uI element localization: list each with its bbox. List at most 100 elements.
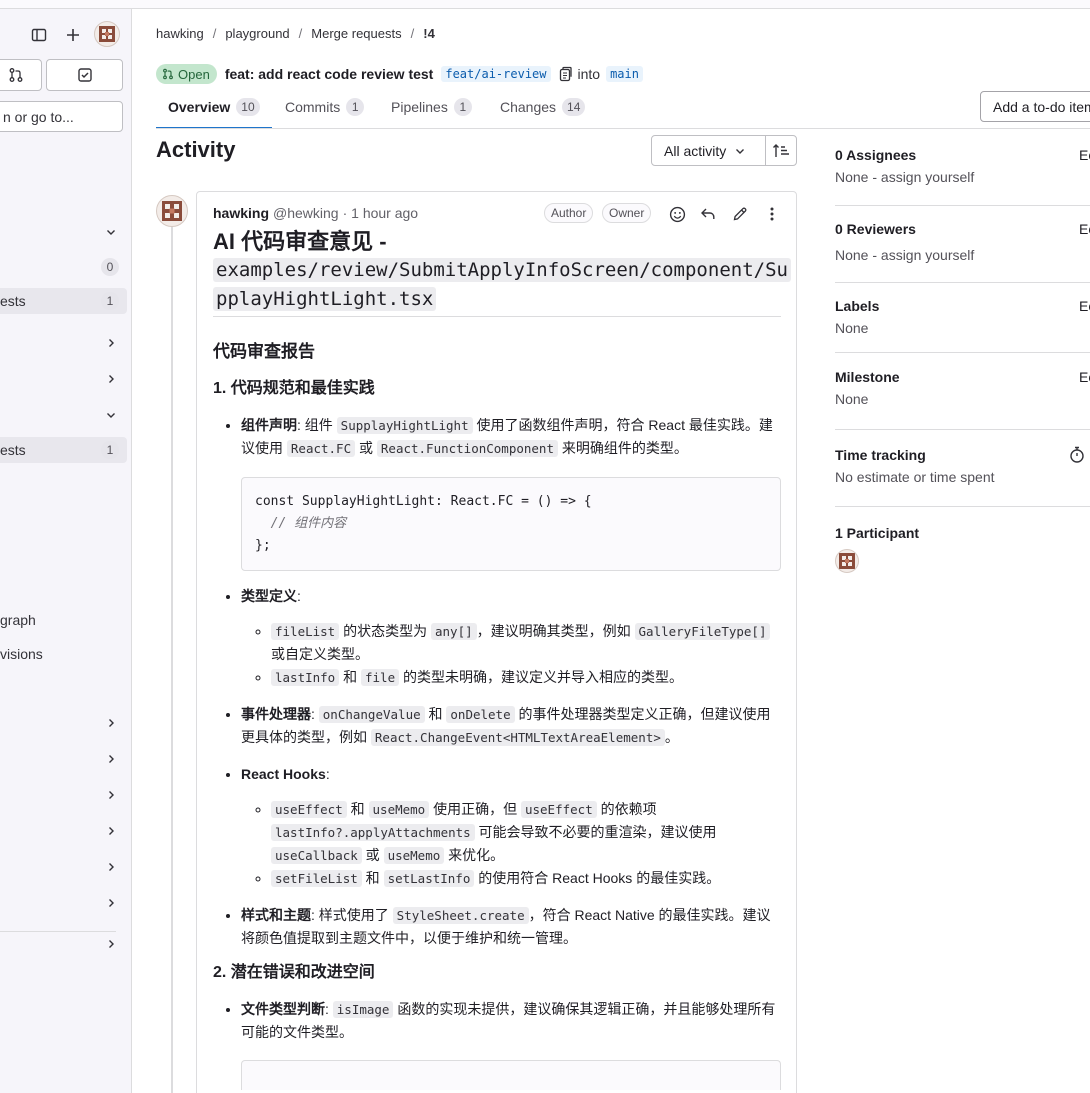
chevron-right-icon[interactable] — [104, 716, 118, 730]
labels-section: Labels None — [835, 298, 1090, 336]
labels-edit-button[interactable]: Ec — [1079, 298, 1090, 314]
source-branch[interactable]: feat/ai-review — [441, 66, 551, 82]
sub-list-item: lastInfo 和 file 的类型未明确，建议定义并导入相应的类型。 — [271, 666, 781, 689]
code-block[interactable] — [241, 1060, 781, 1090]
more-actions-icon[interactable] — [761, 203, 783, 225]
note-author-username[interactable]: @hewking — [273, 205, 339, 221]
chevron-right-icon[interactable] — [104, 788, 118, 802]
chevron-right-icon[interactable] — [104, 896, 118, 910]
note-author-avatar[interactable] — [156, 195, 188, 227]
chevron-right-icon[interactable] — [104, 336, 118, 350]
review-file-path: examples/review/SubmitApplyInfoScreen/co… — [213, 258, 791, 282]
merge-request-icon — [163, 68, 173, 80]
chevron-right-icon[interactable] — [104, 752, 118, 766]
participant-avatar[interactable] — [835, 549, 859, 573]
target-branch[interactable]: main — [606, 66, 643, 82]
edit-pencil-icon[interactable] — [729, 203, 751, 225]
breadcrumb-item[interactable]: hawking — [156, 26, 204, 41]
breadcrumb-current[interactable]: !4 — [423, 26, 435, 41]
tab-count: 14 — [562, 98, 586, 116]
chevron-right-icon[interactable] — [104, 860, 118, 874]
plus-icon[interactable] — [62, 24, 84, 46]
breadcrumb-item[interactable]: playground — [225, 26, 289, 41]
sub-list: fileList 的状态类型为 any[]，建议明确其类型，例如 Gallery… — [241, 620, 781, 689]
reply-icon[interactable] — [697, 203, 719, 225]
reviewers-value[interactable]: None - assign yourself — [835, 247, 1090, 263]
sub-list: useEffect 和 useMemo 使用正确，但 useEffect 的依赖… — [241, 798, 781, 890]
tab-changes[interactable]: Changes 14 — [500, 86, 586, 128]
sort-icon — [773, 143, 789, 157]
milestone-value: None — [835, 391, 869, 407]
assignees-value[interactable]: None - assign yourself — [835, 169, 1090, 185]
status-badge: Open — [156, 64, 217, 84]
chevron-right-icon[interactable] — [104, 824, 118, 838]
tab-overview[interactable]: Overview 10 — [156, 86, 272, 129]
user-avatar[interactable] — [94, 21, 120, 47]
note-author-name[interactable]: hawking — [213, 205, 269, 221]
merge-requests-shortcut-button[interactable] — [0, 59, 42, 91]
sub-list-item: fileList 的状态类型为 any[]，建议明确其类型，例如 Gallery… — [271, 620, 781, 666]
sort-direction-button[interactable] — [765, 135, 797, 166]
merge-request-title: feat: add react code review test — [224, 66, 434, 82]
merge-request-title-line: Open feat: add react code review test fe… — [156, 63, 643, 85]
breadcrumb-separator: / — [212, 26, 217, 41]
copy-icon[interactable] — [559, 66, 573, 82]
merge-request-tabs: Overview 10 Commits 1 Pipelines 1 Change… — [156, 86, 1090, 129]
reviewers-title: 0 Reviewers — [835, 221, 916, 237]
milestone-edit-button[interactable]: Ec — [1079, 369, 1090, 385]
activity-filter-dropdown[interactable]: All activity — [651, 135, 766, 166]
sidebar-item-label: graph — [0, 612, 36, 628]
note-header: hawking @hewking · 1 hour ago — [213, 205, 418, 221]
sidebar-item-label: visions — [0, 646, 43, 662]
sidebar-item-graph[interactable]: graph — [0, 607, 127, 633]
sidebar-item-count-zero[interactable]: 0 — [0, 254, 127, 280]
todo-shortcut-button[interactable] — [46, 59, 123, 91]
author-role-badge: Author — [544, 203, 594, 223]
sidebar-separator — [835, 429, 1090, 430]
review-note: hawking @hewking · 1 hour ago Author Own… — [196, 191, 797, 1093]
labels-value: None — [835, 320, 869, 336]
add-reaction-icon[interactable] — [666, 203, 688, 225]
tab-label: Pipelines — [391, 99, 448, 115]
chevron-down-icon[interactable] — [104, 408, 118, 422]
review-file-path-cont: pplayHightLight.tsx — [213, 287, 437, 311]
breadcrumb-item[interactable]: Merge requests — [311, 26, 401, 41]
reviewers-edit-button[interactable]: Ec — [1079, 221, 1090, 237]
sidebar-separator — [835, 282, 1090, 283]
sidebar-item-revisions[interactable]: visions — [0, 641, 127, 667]
tab-count: 10 — [236, 97, 260, 116]
assignees-edit-button[interactable]: Ec — [1079, 147, 1090, 163]
list-item: 样式和主题: 样式使用了 StyleSheet.create，符合 React … — [241, 904, 781, 950]
milestone-section: Milestone None — [835, 369, 1090, 407]
note-timestamp[interactable]: · 1 hour ago — [343, 205, 419, 221]
assignees-title: 0 Assignees — [835, 147, 917, 163]
tab-label: Changes — [500, 99, 557, 115]
into-label: into — [577, 66, 601, 82]
participants-section: 1 Participant — [835, 525, 1090, 541]
chevron-down-icon[interactable] — [104, 225, 118, 239]
stopwatch-icon[interactable] — [1069, 446, 1085, 467]
sidebar-item-count: 0 — [101, 258, 119, 276]
chevron-down-icon — [736, 148, 745, 154]
tab-commits[interactable]: Commits 1 — [285, 86, 365, 128]
list-item: 事件处理器: onChangeValue 和 onDelete 的事件处理器类型… — [241, 703, 781, 749]
add-todo-button[interactable]: Add a to-do item — [980, 91, 1090, 122]
breadcrumb: hawking / playground / Merge requests / … — [156, 26, 435, 41]
sidebar-separator — [835, 352, 1090, 353]
sidebar-toggle-icon[interactable] — [28, 24, 50, 46]
list-item: React Hooks: useEffect 和 useMemo 使用正确，但 … — [241, 763, 781, 890]
search-or-go-to-input[interactable]: n or go to... — [0, 101, 123, 132]
sidebar-item-merge-requests-2[interactable]: ests 1 — [0, 437, 127, 463]
sidebar-item-count: 1 — [101, 441, 119, 459]
review-heading-text: AI 代码审查意见 - — [213, 229, 387, 254]
chevron-right-icon[interactable] — [104, 372, 118, 386]
chevron-right-icon[interactable] — [104, 937, 118, 951]
code-block[interactable]: const SupplayHightLight: React.FC = () =… — [241, 477, 781, 571]
sidebar-item-label: ests — [0, 442, 26, 458]
list-item: 文件类型判断: isImage 函数的实现未提供，建议确保其逻辑正确，并且能够处… — [241, 998, 781, 1090]
owner-role-badge: Owner — [602, 203, 652, 223]
participants-title: 1 Participant — [835, 525, 920, 541]
section-2-list: 文件类型判断: isImage 函数的实现未提供，建议确保其逻辑正确，并且能够处… — [213, 998, 781, 1090]
tab-pipelines[interactable]: Pipelines 1 — [391, 86, 472, 128]
sidebar-item-merge-requests[interactable]: ests 1 — [0, 288, 127, 314]
